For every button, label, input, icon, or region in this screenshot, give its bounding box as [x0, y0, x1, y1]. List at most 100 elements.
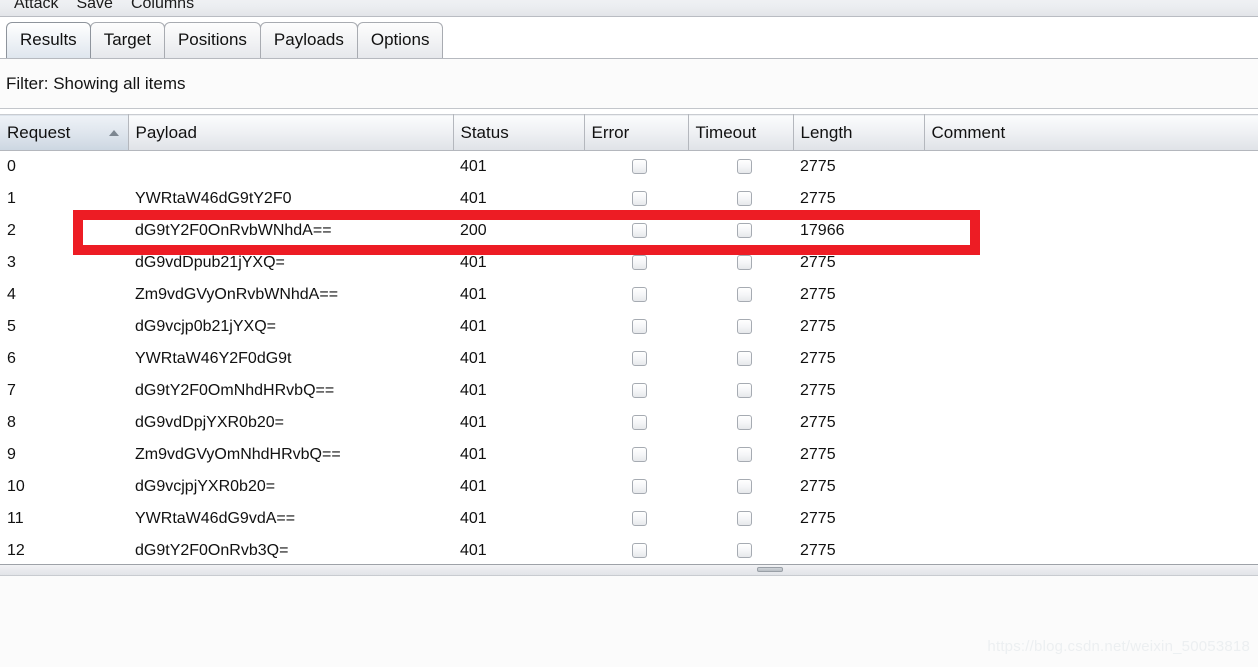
timeout-checkbox[interactable]	[736, 350, 752, 366]
column-header-label: Comment	[931, 122, 1006, 142]
tab-options[interactable]: Options	[356, 22, 444, 58]
timeout-checkbox[interactable]	[736, 414, 752, 430]
menu-item-attack[interactable]: Attack	[5, 0, 67, 17]
timeout-checkbox[interactable]	[736, 542, 752, 558]
menu-item-columns[interactable]: Columns	[122, 0, 203, 17]
error-checkbox[interactable]	[632, 414, 647, 430]
cell-error	[584, 470, 688, 503]
cell-comment	[924, 310, 1258, 343]
cell-payload	[128, 150, 453, 183]
cell-error	[584, 182, 688, 215]
cell-payload: dG9vcjpjYXR0b20=	[128, 470, 453, 503]
cell-length: 2775	[793, 278, 924, 311]
cell-comment	[924, 182, 1258, 215]
table-row[interactable]: 10 dG9vcjpjYXR0b20= 401 2775	[0, 470, 1258, 503]
cell-length: 2775	[793, 374, 924, 407]
cell-length: 2775	[793, 246, 924, 279]
error-checkbox[interactable]	[632, 286, 647, 302]
column-header-payload[interactable]: Payload	[128, 114, 454, 151]
timeout-checkbox[interactable]	[736, 318, 752, 334]
cell-request: 0	[0, 150, 128, 183]
timeout-checkbox[interactable]	[736, 254, 752, 270]
error-checkbox[interactable]	[632, 350, 647, 366]
cell-comment	[924, 246, 1258, 279]
timeout-checkbox[interactable]	[736, 190, 752, 206]
timeout-checkbox[interactable]	[736, 446, 752, 462]
cell-timeout	[688, 374, 793, 407]
error-checkbox[interactable]	[632, 318, 647, 334]
cell-request: 2	[0, 214, 128, 247]
cell-payload: Zm9vdGVyOmNhdHRvbQ==	[128, 438, 453, 471]
tab-results[interactable]: Results	[6, 22, 91, 58]
timeout-checkbox[interactable]	[736, 510, 752, 526]
table-row[interactable]: 4 Zm9vdGVyOnRvbWNhdA== 401 2775	[0, 278, 1258, 311]
table-row[interactable]: 3 dG9vdDpub21jYXQ= 401 2775	[0, 246, 1258, 279]
filter-status-label: Filter: Showing all items	[6, 73, 186, 93]
table-header-row: Request Payload Status Error Timeout Length Co…	[0, 114, 1258, 151]
cell-timeout	[688, 278, 793, 311]
split-pane-drag-handle[interactable]	[757, 567, 783, 572]
cell-request: 7	[0, 374, 128, 407]
cell-status: 401	[453, 406, 584, 439]
column-header-label: Payload	[135, 122, 197, 142]
split-pane-divider[interactable]	[0, 564, 1258, 576]
cell-status: 401	[453, 470, 584, 503]
cell-status: 401	[453, 342, 584, 375]
cell-timeout	[688, 534, 793, 565]
timeout-checkbox[interactable]	[736, 159, 752, 175]
timeout-checkbox[interactable]	[736, 478, 752, 494]
table-row[interactable]: 7 dG9tY2F0OmNhdHRvbQ== 401 2775	[0, 374, 1258, 407]
cell-status: 401	[453, 278, 584, 311]
cell-error	[584, 310, 688, 343]
error-checkbox[interactable]	[632, 159, 647, 175]
error-checkbox[interactable]	[632, 446, 647, 462]
cell-timeout	[688, 182, 793, 215]
table-row[interactable]: 5 dG9vcjp0b21jYXQ= 401 2775	[0, 310, 1258, 343]
table-row[interactable]: 9 Zm9vdGVyOmNhdHRvbQ== 401 2775	[0, 438, 1258, 471]
table-row[interactable]: 12 dG9tY2F0OnRvb3Q= 401 2775	[0, 534, 1258, 565]
timeout-checkbox[interactable]	[736, 286, 752, 302]
cell-length: 2775	[793, 438, 924, 471]
tab-positions[interactable]: Positions	[163, 22, 261, 58]
column-header-timeout[interactable]: Timeout	[688, 114, 794, 151]
column-header-error[interactable]: Error	[584, 114, 689, 151]
error-checkbox[interactable]	[632, 478, 647, 494]
table-row[interactable]: 8 dG9vdDpjYXR0b20= 401 2775	[0, 406, 1258, 439]
column-header-comment[interactable]: Comment	[924, 114, 1258, 151]
error-checkbox[interactable]	[632, 222, 647, 238]
column-header-label: Length	[800, 122, 853, 142]
cell-request: 8	[0, 406, 128, 439]
cell-length: 17966	[793, 214, 924, 247]
tab-payloads[interactable]: Payloads	[259, 22, 358, 58]
tab-target[interactable]: Target	[89, 22, 165, 58]
cell-payload: dG9tY2F0OmNhdHRvbQ==	[128, 374, 453, 407]
table-row[interactable]: 2 dG9tY2F0OnRvbWNhdA== 200 17966	[0, 214, 1258, 247]
error-checkbox[interactable]	[632, 510, 647, 526]
column-header-length[interactable]: Length	[793, 114, 925, 151]
cell-status: 401	[453, 182, 584, 215]
cell-payload: dG9vdDpub21jYXQ=	[128, 246, 453, 279]
cell-timeout	[688, 438, 793, 471]
timeout-checkbox[interactable]	[736, 222, 752, 238]
timeout-checkbox[interactable]	[736, 382, 752, 398]
cell-error	[584, 534, 688, 565]
cell-timeout	[688, 214, 793, 247]
filter-bar[interactable]: Filter: Showing all items	[0, 59, 1258, 109]
menu-bar: Attack Save Columns	[0, 0, 1258, 17]
error-checkbox[interactable]	[632, 542, 647, 558]
table-row[interactable]: 11 YWRtaW46dG9vdA== 401 2775	[0, 502, 1258, 535]
column-header-request[interactable]: Request	[0, 114, 129, 151]
results-table-body: 0 401 2775 1 YWRtaW46dG9tY2F0 401 2775 2 dG9tY2F…	[0, 150, 1258, 565]
table-row[interactable]: 1 YWRtaW46dG9tY2F0 401 2775	[0, 182, 1258, 215]
cell-payload: dG9vdDpjYXR0b20=	[128, 406, 453, 439]
table-row[interactable]: 0 401 2775	[0, 150, 1258, 183]
error-checkbox[interactable]	[632, 382, 647, 398]
table-row[interactable]: 6 YWRtaW46Y2F0dG9t 401 2775	[0, 342, 1258, 375]
cell-timeout	[688, 470, 793, 503]
error-checkbox[interactable]	[632, 254, 647, 270]
error-checkbox[interactable]	[632, 190, 647, 206]
cell-comment	[924, 438, 1258, 471]
cell-status: 401	[453, 534, 584, 565]
column-header-status[interactable]: Status	[453, 114, 585, 151]
menu-item-save[interactable]: Save	[67, 0, 121, 17]
